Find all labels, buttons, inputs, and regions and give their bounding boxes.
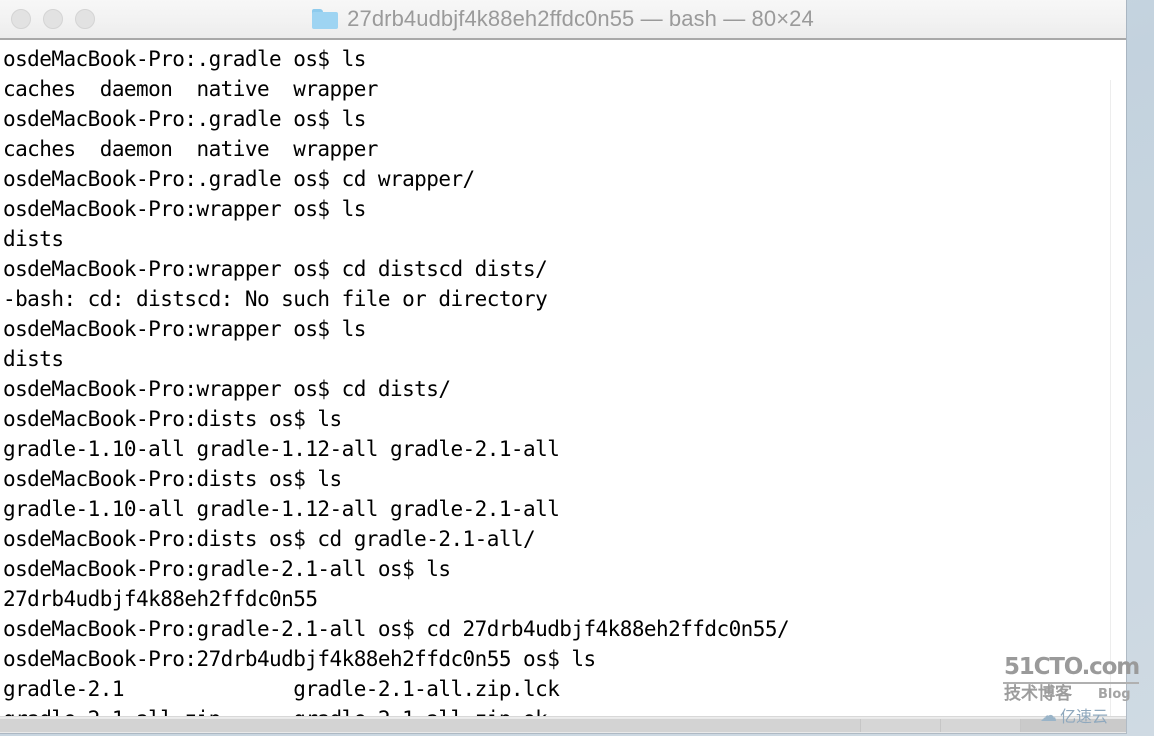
terminal-line: osdeMacBook-Pro:.gradle os$ cd wrapper/	[3, 167, 475, 191]
scroll-segment-1[interactable]	[860, 719, 941, 732]
minimize-button[interactable]	[43, 9, 63, 29]
terminal-line: osdeMacBook-Pro:wrapper os$ cd dists/	[3, 377, 451, 401]
terminal-line: osdeMacBook-Pro:27drb4udbjf4k88eh2ffdc0n…	[3, 647, 596, 671]
title-bar[interactable]: 27drb4udbjf4k88eh2ffdc0n55 — bash — 80×2…	[0, 0, 1126, 40]
scroll-segment-3[interactable]	[1020, 719, 1126, 732]
terminal-line: osdeMacBook-Pro:wrapper os$ cd distscd d…	[3, 257, 548, 281]
terminal-line: dists	[3, 227, 64, 251]
terminal-line: dists	[3, 347, 64, 371]
bottom-scroll-bar[interactable]	[0, 716, 1126, 733]
scroll-segment-2[interactable]	[940, 719, 1021, 732]
vertical-scrollbar[interactable]	[1110, 80, 1126, 716]
window-controls	[0, 9, 95, 29]
title-center-group: 27drb4udbjf4k88eh2ffdc0n55 — bash — 80×2…	[0, 0, 1126, 38]
terminal-line: gradle-1.10-all gradle-1.12-all gradle-2…	[3, 437, 560, 461]
horizontal-scrollbar-thumb[interactable]	[0, 719, 861, 732]
terminal-line: osdeMacBook-Pro:dists os$ cd gradle-2.1-…	[3, 527, 536, 551]
terminal-line: -bash: cd: distscd: No such file or dire…	[3, 287, 548, 311]
terminal-output-area[interactable]: osdeMacBook-Pro:.gradle os$ ls caches dae…	[0, 40, 1126, 716]
terminal-lines: osdeMacBook-Pro:.gradle os$ ls caches dae…	[3, 44, 1126, 716]
terminal-line: gradle-2.1 gradle-2.1-all.zip.lck	[3, 677, 560, 701]
terminal-line: osdeMacBook-Pro:wrapper os$ ls	[3, 197, 366, 221]
terminal-line: gradle-1.10-all gradle-1.12-all gradle-2…	[3, 497, 560, 521]
terminal-line: osdeMacBook-Pro:dists os$ ls	[3, 407, 342, 431]
horizontal-scrollbar-track[interactable]	[0, 718, 1126, 733]
terminal-line: gradle-2.1-all.zip gradle-2.1-all.zip.ok	[3, 704, 1126, 716]
window-title: 27drb4udbjf4k88eh2ffdc0n55 — bash — 80×2…	[347, 6, 814, 31]
terminal-window: 27drb4udbjf4k88eh2ffdc0n55 — bash — 80×2…	[0, 0, 1126, 733]
terminal-line: osdeMacBook-Pro:.gradle os$ ls	[3, 47, 366, 71]
terminal-line: osdeMacBook-Pro:gradle-2.1-all os$ ls	[3, 557, 451, 581]
terminal-line: osdeMacBook-Pro:.gradle os$ ls	[3, 107, 366, 131]
terminal-line: 27drb4udbjf4k88eh2ffdc0n55	[3, 587, 318, 611]
terminal-line: osdeMacBook-Pro:wrapper os$ ls	[3, 317, 366, 341]
close-button[interactable]	[11, 9, 31, 29]
terminal-line: osdeMacBook-Pro:gradle-2.1-all os$ cd 27…	[3, 617, 790, 641]
folder-icon	[312, 9, 339, 29]
terminal-line: caches daemon native wrapper	[3, 77, 378, 101]
terminal-line: osdeMacBook-Pro:dists os$ ls	[3, 467, 342, 491]
terminal-line: caches daemon native wrapper	[3, 137, 378, 161]
zoom-button[interactable]	[75, 9, 95, 29]
